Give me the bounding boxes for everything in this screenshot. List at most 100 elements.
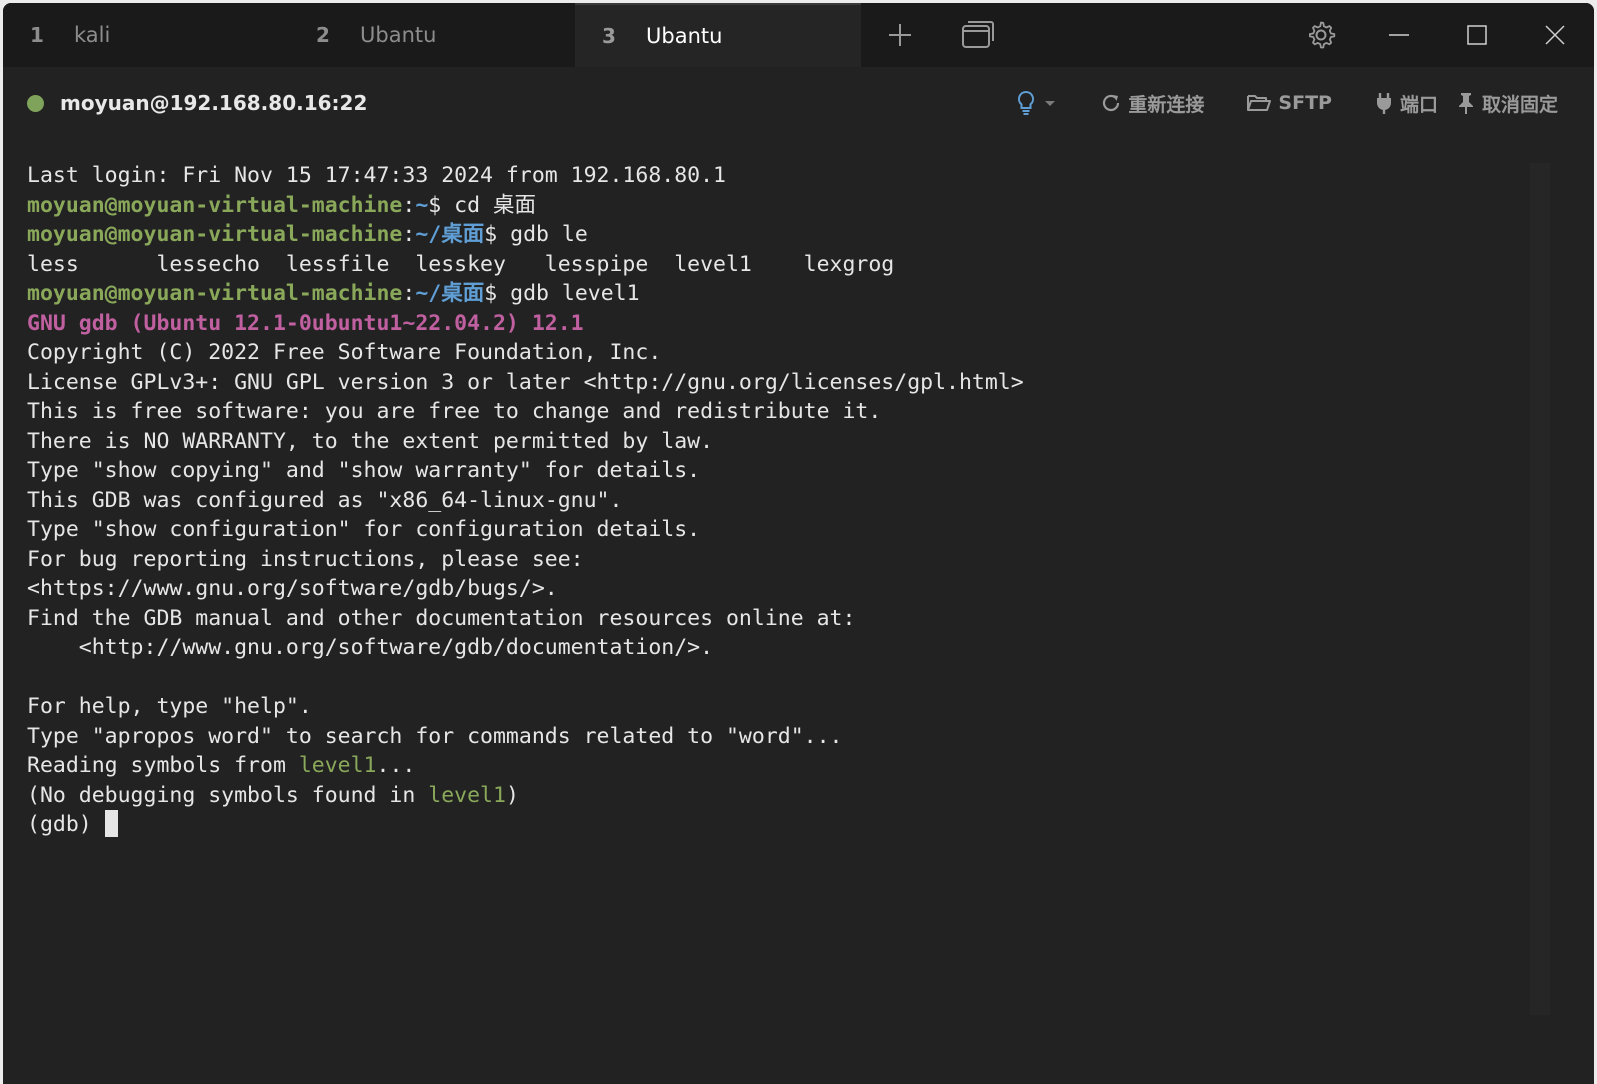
- terminal-text: moyuan@moyuan-virtual-machine: [27, 222, 403, 247]
- unpin-label: 取消固定: [1481, 93, 1558, 116]
- terminal-line: GNU gdb (Ubuntu 12.1-0ubuntu1~22.04.2) 1…: [27, 309, 1527, 339]
- terminal-text: :: [402, 222, 416, 247]
- terminal-line: (gdb): [27, 810, 1527, 840]
- port-label: 端口: [1399, 93, 1438, 116]
- terminal-text: <https://www.gnu.org/software/gdb/bugs/>…: [27, 576, 558, 601]
- terminal-line: License GPLv3+: GNU GPL version 3 or lat…: [27, 368, 1527, 398]
- windows-icon: [962, 21, 994, 48]
- tab-ubantu-active[interactable]: 3 Ubantu: [575, 3, 861, 67]
- terminal-line: <http://www.gnu.org/software/gdb/documen…: [27, 633, 1527, 663]
- app-window: 1 kali 2 Ubantu 3 Ubantu moyuan@192.168.…: [3, 3, 1594, 1084]
- folder-open-icon: [1247, 95, 1272, 111]
- terminal-text: :: [402, 281, 416, 306]
- tab-ubantu[interactable]: 2 Ubantu: [289, 3, 575, 67]
- plug-icon: [1376, 93, 1391, 114]
- terminal-line: Type "show configuration" for configurat…: [27, 515, 1527, 545]
- tab-kali[interactable]: 1 kali: [3, 3, 289, 67]
- unpin-button[interactable]: 取消固定: [1456, 83, 1558, 123]
- plus-icon: [889, 24, 911, 46]
- terminal-text: moyuan@moyuan-virtual-machine: [27, 192, 403, 218]
- terminal-text: (No debugging symbols found in: [27, 782, 429, 808]
- terminal-output[interactable]: Last login: Fri Nov 15 17:47:33 2024 fro…: [27, 161, 1527, 1021]
- terminal-text: For bug reporting instructions, please s…: [27, 546, 584, 572]
- pin-icon: [1458, 93, 1473, 114]
- terminal-text: ~: [415, 192, 429, 218]
- session-host: moyuan@192.168.80.16:22: [60, 91, 368, 115]
- terminal-text: Type "show copying" and "show warranty" …: [27, 458, 701, 483]
- terminal-text: ): [505, 782, 519, 808]
- terminal-line: This is free software: you are free to c…: [27, 397, 1527, 427]
- terminal-line: Reading symbols from level1...: [27, 751, 1527, 781]
- refresh-icon: [1103, 94, 1120, 112]
- terminal-text: ...: [376, 753, 416, 778]
- new-tab-button[interactable]: [861, 3, 939, 67]
- terminal-text: Type "apropos word" to search for comman…: [27, 723, 843, 749]
- terminal-line: This GDB was configured as "x86_64-linux…: [27, 486, 1527, 516]
- terminal-line: less lessecho lessfile lesskey lesspipe …: [27, 250, 1527, 280]
- terminal-text: For help, type "help".: [27, 694, 312, 719]
- tab-label: kali: [74, 23, 111, 47]
- terminal-text: There is NO WARRANTY, to the extent perm…: [27, 428, 714, 454]
- connection-status-icon: [27, 94, 44, 112]
- terminal-text: License GPLv3+: GNU GPL version 3 or lat…: [27, 369, 1024, 395]
- tab-overview-button[interactable]: [939, 3, 1017, 67]
- close-icon: [1545, 25, 1565, 45]
- terminal-text: $ gdb level1: [484, 281, 640, 306]
- terminal-text: Type "show configuration" for configurat…: [27, 517, 701, 542]
- terminal-text: level1: [428, 782, 506, 808]
- lightbulb-icon: [1018, 90, 1035, 115]
- minimize-button[interactable]: [1360, 3, 1438, 67]
- terminal-line: moyuan@moyuan-virtual-machine:~/桌面$ gdb …: [27, 220, 1527, 250]
- terminal-line: There is NO WARRANTY, to the extent perm…: [27, 427, 1527, 457]
- terminal-scrollbar[interactable]: [1530, 163, 1550, 1015]
- port-forward-button[interactable]: 端口: [1374, 83, 1438, 123]
- tab-label: Ubantu: [360, 23, 437, 47]
- terminal-line: (No debugging symbols found in level1): [27, 781, 1527, 811]
- terminal-text: <http://www.gnu.org/software/gdb/documen…: [27, 635, 714, 660]
- session-header: moyuan@192.168.80.16:22 重新连接 SFTP 端口 取消固…: [3, 67, 1594, 139]
- reconnect-button[interactable]: 重新连接: [1100, 83, 1204, 123]
- terminal-line: moyuan@moyuan-virtual-machine:~$ cd 桌面: [27, 191, 1527, 221]
- terminal-text: This GDB was configured as "x86_64-linux…: [27, 487, 623, 513]
- terminal-line: Type "show copying" and "show warranty" …: [27, 456, 1527, 486]
- tab-label: Ubantu: [646, 24, 723, 48]
- chevron-down-icon: [1045, 101, 1056, 106]
- terminal-line: <https://www.gnu.org/software/gdb/bugs/>…: [27, 574, 1527, 604]
- terminal-text: $ cd 桌面: [428, 192, 537, 218]
- terminal-line: moyuan@moyuan-virtual-machine:~/桌面$ gdb …: [27, 279, 1527, 309]
- terminal-text: (gdb): [27, 812, 105, 837]
- tab-number: 3: [602, 24, 616, 48]
- sftp-button[interactable]: SFTP: [1246, 83, 1332, 123]
- terminal-text: less lessecho lessfile lesskey lesspipe …: [27, 251, 895, 277]
- tab-number: 1: [30, 23, 44, 47]
- terminal-text: moyuan@moyuan-virtual-machine: [27, 281, 403, 306]
- tab-number: 2: [316, 23, 330, 47]
- terminal-text: :: [402, 192, 416, 218]
- terminal-text: level1: [298, 753, 377, 778]
- terminal-text: Find the GDB manual and other documentat…: [27, 605, 856, 631]
- terminal-line: For bug reporting instructions, please s…: [27, 545, 1527, 575]
- terminal-text: ~/桌面: [415, 222, 485, 247]
- maximize-icon: [1467, 25, 1487, 45]
- terminal-text: This is free software: you are free to c…: [27, 399, 882, 424]
- sftp-label: SFTP: [1278, 92, 1332, 114]
- terminal-line: Type "apropos word" to search for comman…: [27, 722, 1527, 752]
- terminal-text: Copyright (C) 2022 Free Software Foundat…: [27, 340, 662, 365]
- gear-icon: [1309, 21, 1336, 49]
- terminal-text: Reading symbols from: [27, 753, 299, 778]
- settings-button[interactable]: [1282, 3, 1360, 67]
- terminal-line: Copyright (C) 2022 Free Software Foundat…: [27, 338, 1527, 368]
- maximize-button[interactable]: [1438, 3, 1516, 67]
- terminal-line: Last login: Fri Nov 15 17:47:33 2024 fro…: [27, 161, 1527, 191]
- tab-bar: 1 kali 2 Ubantu 3 Ubantu: [3, 3, 1594, 67]
- terminal-text: ~/桌面: [415, 281, 485, 306]
- terminal-text: Last login: Fri Nov 15 17:47:33 2024 fro…: [27, 163, 726, 188]
- terminal-text: $ gdb le: [484, 222, 588, 247]
- terminal-cursor: [104, 810, 118, 837]
- terminal-text: GNU gdb (Ubuntu 12.1-0ubuntu1~22.04.2) 1…: [27, 310, 584, 336]
- terminal-line: For help, type "help".: [27, 692, 1527, 722]
- close-button[interactable]: [1516, 3, 1594, 67]
- hint-dropdown-button[interactable]: [1016, 90, 1058, 116]
- reconnect-label: 重新连接: [1128, 93, 1205, 116]
